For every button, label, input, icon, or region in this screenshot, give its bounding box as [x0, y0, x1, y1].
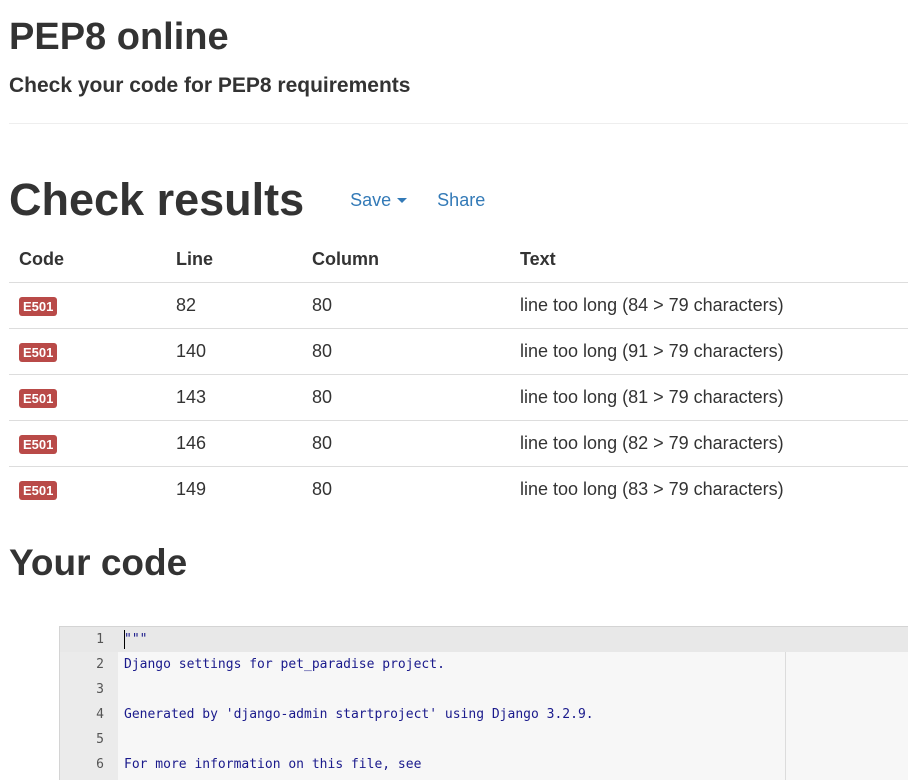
line-cell: 82: [176, 295, 197, 315]
error-code-badge: E501: [19, 297, 58, 316]
line-number: 3: [96, 682, 104, 697]
text-cell: line too long (82 > 79 characters): [510, 420, 908, 467]
page: PEP8 online Check your code for PEP8 req…: [0, 0, 908, 780]
column-cell: 80: [312, 295, 333, 315]
text-cursor: [124, 630, 125, 649]
code-line[interactable]: 1 """: [60, 627, 908, 652]
code-cell: E501: [9, 283, 166, 329]
text-cell: line too long (83 > 79 characters): [510, 466, 908, 512]
code-cell: E501: [9, 466, 166, 512]
your-code-title: Your code: [9, 542, 188, 583]
code-line[interactable]: 2 Django settings for pet_paradise proje…: [60, 652, 908, 677]
column-header-line: Line: [166, 236, 302, 283]
column-header-column: Column: [302, 236, 510, 283]
code-cell: E501: [9, 420, 166, 467]
line-cell: 146: [166, 420, 302, 467]
error-code-badge: E501: [19, 481, 58, 500]
column-cell: 80: [302, 328, 510, 375]
error-code-badge: E501: [19, 343, 58, 362]
caret-down-icon: [397, 197, 408, 203]
results-table: Code Line Column Text E501 82 80 line to…: [9, 236, 908, 512]
results-heading-row: Check results Save Share: [9, 172, 485, 228]
text-cell: line too long (81 > 79 characters): [510, 374, 908, 421]
results-header-row: Code Line Column Text: [9, 236, 908, 283]
code-cell: E501: [9, 328, 166, 375]
site-title: PEP8 online: [9, 16, 229, 58]
line-number: 4: [96, 707, 104, 722]
code-cell: E501: [9, 374, 166, 421]
header-divider: [9, 123, 908, 124]
table-row: E501 149 80 line too long (83 > 79 chara…: [9, 466, 908, 512]
code-editor[interactable]: 1 """ 2 Django settings for pet_paradise…: [59, 626, 908, 780]
text-cell: line too long (84 > 79 characters): [520, 295, 784, 315]
error-code-badge: E501: [19, 435, 58, 454]
table-row: E501 82 80 line too long (84 > 79 charac…: [9, 283, 908, 329]
line-cell: 143: [166, 374, 302, 421]
site-subtitle: Check your code for PEP8 requirements: [9, 74, 411, 97]
code-line-text: Django settings for pet_paradise project…: [124, 657, 445, 672]
code-line[interactable]: 3: [60, 677, 908, 702]
save-dropdown-button[interactable]: Save: [350, 189, 408, 211]
share-link[interactable]: Share: [437, 190, 485, 211]
column-cell: 80: [302, 420, 510, 467]
table-row: E501 140 80 line too long (91 > 79 chara…: [9, 328, 908, 375]
line-number: 6: [96, 757, 104, 772]
text-cell: line too long (91 > 79 characters): [510, 328, 908, 375]
column-header-text: Text: [510, 236, 908, 283]
line-number: 1: [96, 632, 104, 647]
code-line-text: """: [124, 632, 148, 647]
table-row: E501 146 80 line too long (82 > 79 chara…: [9, 420, 908, 467]
column-header-code: Code: [9, 236, 166, 283]
code-line-text: For more information on this file, see: [124, 757, 422, 772]
column-cell: 80: [302, 374, 510, 421]
code-line-text: Generated by 'django-admin startproject'…: [124, 707, 594, 722]
results-title: Check results: [9, 174, 305, 225]
save-label: Save: [350, 189, 392, 210]
column-cell: 80: [302, 466, 510, 512]
line-cell: 149: [166, 466, 302, 512]
code-line[interactable]: 6 For more information on this file, see: [60, 752, 908, 777]
line-number: 5: [96, 732, 104, 747]
error-code-badge: E501: [19, 389, 58, 408]
code-line[interactable]: 4 Generated by 'django-admin startprojec…: [60, 702, 908, 727]
line-number: 2: [96, 657, 104, 672]
line-cell: 140: [166, 328, 302, 375]
code-line[interactable]: 5: [60, 727, 908, 752]
table-row: E501 143 80 line too long (81 > 79 chara…: [9, 374, 908, 421]
